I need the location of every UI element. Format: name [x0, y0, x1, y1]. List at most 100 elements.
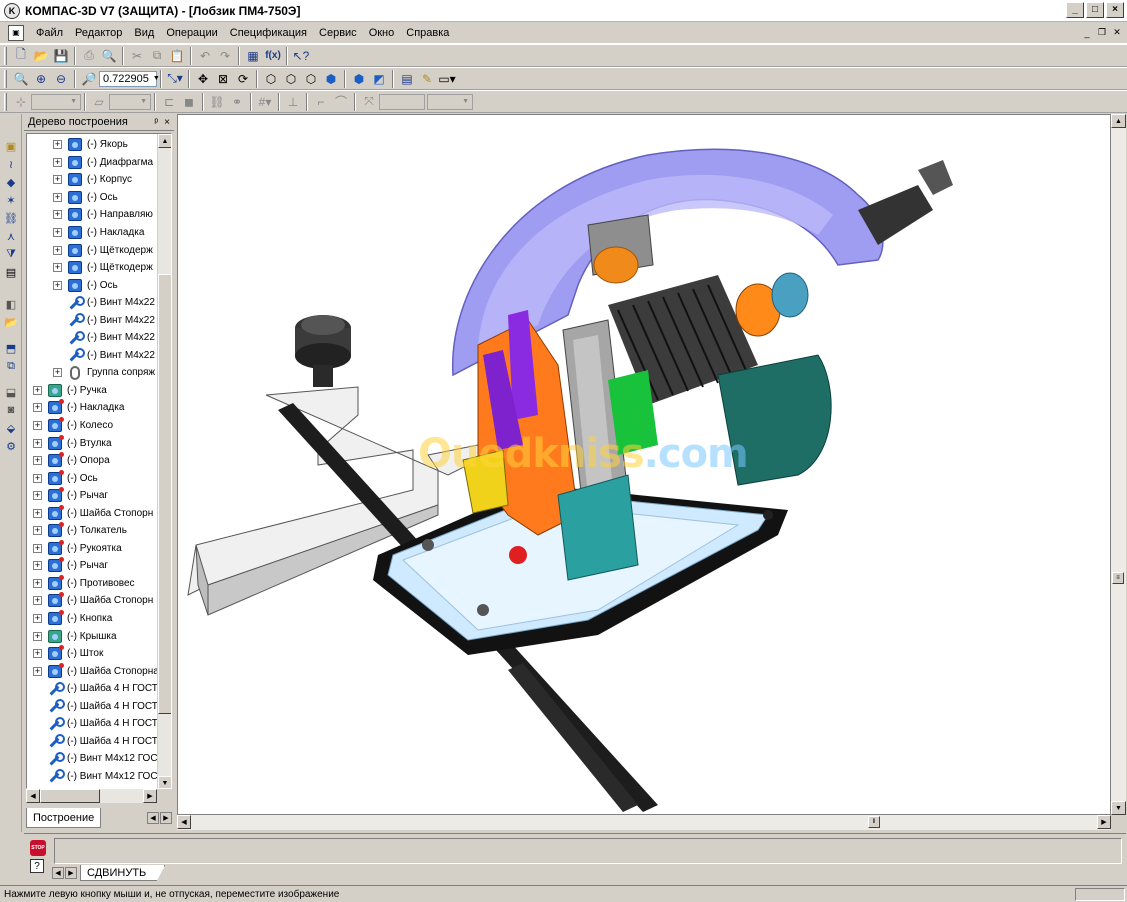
menu-operations[interactable]: Операции: [160, 27, 223, 39]
new-document-icon[interactable]: 🗋: [11, 46, 31, 66]
kompas-app-icon[interactable]: K: [4, 2, 20, 19]
menu-file[interactable]: Файл: [30, 27, 69, 39]
minimize-button[interactable]: _: [1066, 2, 1084, 18]
tree-item[interactable]: + (-) Шайба Стопорн: [27, 504, 158, 522]
pan-icon[interactable]: ✥: [193, 69, 213, 89]
paste-icon[interactable]: 📋: [167, 46, 187, 66]
rotate-component-icon[interactable]: ◙: [2, 402, 20, 418]
parameter-field[interactable]: [54, 838, 1122, 864]
tree-item[interactable]: + (-) Ось: [27, 189, 158, 207]
viewport-horizontal-scrollbar[interactable]: ◀ ⦀ ▶: [177, 815, 1111, 830]
tree-item[interactable]: (-) Винт М4х22: [27, 294, 158, 312]
expand-icon[interactable]: +: [33, 596, 42, 606]
tree-item[interactable]: + (-) Якорь: [27, 136, 158, 154]
orientation-icon[interactable]: ⤡▾: [165, 69, 185, 89]
tab-prev-icon[interactable]: ◀: [147, 812, 159, 824]
param-icon[interactable]: ⚭: [227, 92, 247, 112]
copy-icon[interactable]: ⧉: [147, 46, 167, 66]
tree-item[interactable]: + (-) Диафрагма: [27, 154, 158, 172]
cut-icon[interactable]: ✂: [127, 46, 147, 66]
tab-next-icon[interactable]: ▶: [160, 812, 172, 824]
grid-icon[interactable]: #▾: [255, 92, 275, 112]
tree-item[interactable]: (-) Винт М4х22: [27, 329, 158, 347]
expand-icon[interactable]: +: [33, 631, 42, 641]
expand-icon[interactable]: +: [53, 157, 62, 167]
tree-item[interactable]: + (-) Направляю: [27, 206, 158, 224]
expand-icon[interactable]: +: [33, 491, 42, 501]
perspective-icon[interactable]: ◩: [369, 69, 389, 89]
zoom-scale-icon[interactable]: 🔎: [79, 69, 99, 89]
expand-icon[interactable]: +: [53, 263, 62, 273]
zoom-out-icon[interactable]: ⊖: [51, 69, 71, 89]
vp-scroll-up-icon[interactable]: ▲: [1111, 114, 1126, 128]
menu-help[interactable]: Справка: [400, 27, 455, 39]
show-all-icon[interactable]: ⊠: [213, 69, 233, 89]
vp-scroll-left-icon[interactable]: ◀: [177, 815, 191, 829]
expand-icon[interactable]: +: [53, 280, 62, 290]
tree-item[interactable]: + (-) Кнопка: [27, 610, 158, 628]
stop-icon[interactable]: STOP: [30, 840, 46, 856]
hidden-lines-icon[interactable]: ⬡: [281, 69, 301, 89]
expand-icon[interactable]: +: [33, 649, 42, 659]
expand-icon[interactable]: +: [33, 578, 42, 588]
tree-item[interactable]: + (-) Рукоятка: [27, 539, 158, 558]
open-folder-icon[interactable]: 📂: [31, 46, 51, 66]
aux-geometry-icon[interactable]: ✶: [2, 192, 20, 208]
halftone-edges-icon[interactable]: ⬢: [349, 69, 369, 89]
local-cs-icon[interactable]: ⊹: [11, 92, 31, 112]
move-component-icon[interactable]: ⬓: [2, 384, 20, 400]
scroll-down-icon[interactable]: ▼: [158, 776, 171, 788]
tree-item[interactable]: + (-) Шайба Стопорн: [27, 592, 158, 610]
context-help-icon[interactable]: ↖?: [291, 46, 311, 66]
expand-icon[interactable]: +: [53, 175, 62, 185]
expand-icon[interactable]: +: [33, 543, 42, 553]
help-icon[interactable]: ?: [30, 859, 44, 873]
expand-icon[interactable]: +: [33, 456, 42, 466]
cs-combo[interactable]: ▼: [31, 93, 81, 110]
tree-item[interactable]: + (-) Ось: [27, 469, 158, 487]
param-tab-prev-icon[interactable]: ◀: [52, 867, 64, 879]
preview-icon[interactable]: 🔍: [99, 46, 119, 66]
scroll-left-icon[interactable]: ◀: [26, 789, 40, 803]
tree-item[interactable]: + (-) Опора: [27, 452, 158, 470]
doc-minimize-button[interactable]: _: [1080, 26, 1094, 39]
document-icon[interactable]: ▣: [8, 24, 24, 41]
tree-item[interactable]: + (-) Крышка: [27, 627, 158, 645]
menu-specification[interactable]: Спецификация: [224, 27, 313, 39]
tree-item[interactable]: + (-) Рычаг: [27, 557, 158, 575]
expand-icon[interactable]: +: [53, 245, 62, 255]
thin-hidden-lines-icon[interactable]: ⬡: [301, 69, 321, 89]
tree-item[interactable]: (-) Шайба 4 Н ГОСТ: [27, 680, 158, 698]
expand-icon[interactable]: +: [53, 368, 62, 378]
tree-item[interactable]: + (-) Противовес: [27, 574, 158, 593]
tree-item[interactable]: (-) Винт М4х12 ГОС: [27, 750, 158, 768]
expand-icon[interactable]: +: [33, 614, 42, 624]
save-icon[interactable]: 💾: [51, 46, 71, 66]
new-component-icon[interactable]: ⬒: [2, 340, 20, 356]
tree-item[interactable]: + (-) Ручка: [27, 382, 158, 400]
coords-icon[interactable]: ⤧: [359, 92, 379, 112]
tree-item[interactable]: + (-) Рычаг: [27, 487, 158, 505]
vp-vscroll-thumb[interactable]: ≡: [1112, 572, 1124, 584]
mates-icon[interactable]: ⛓: [2, 210, 20, 226]
link-icon[interactable]: ⛓: [207, 92, 227, 112]
viewport-vertical-scrollbar[interactable]: ▲ ≡ ▼: [1111, 114, 1126, 815]
expand-icon[interactable]: +: [33, 473, 42, 483]
tree-item[interactable]: + (-) Накладка: [27, 399, 158, 417]
expand-icon[interactable]: +: [33, 666, 42, 676]
expand-icon[interactable]: +: [33, 526, 42, 536]
menu-service[interactable]: Сервис: [313, 27, 363, 39]
layer-combo[interactable]: ▼: [109, 93, 151, 110]
vp-scroll-right-icon[interactable]: ▶: [1097, 815, 1111, 829]
edit-tools-icon[interactable]: ▣: [2, 138, 20, 154]
model-viewport[interactable]: Ouedkniss.com: [177, 114, 1111, 815]
display-settings-icon[interactable]: ✎: [417, 69, 437, 89]
expand-icon[interactable]: +: [33, 421, 42, 431]
tab-move[interactable]: СДВИНУТЬ: [80, 865, 166, 881]
rotate-icon[interactable]: ⟳: [233, 69, 253, 89]
surfaces-icon[interactable]: ◆: [2, 174, 20, 190]
snap-icon[interactable]: ⌐: [311, 92, 331, 112]
tree-close-icon[interactable]: ×: [164, 117, 170, 128]
expand-icon[interactable]: +: [53, 140, 62, 150]
pin-icon[interactable]: ᵖ: [154, 117, 158, 128]
